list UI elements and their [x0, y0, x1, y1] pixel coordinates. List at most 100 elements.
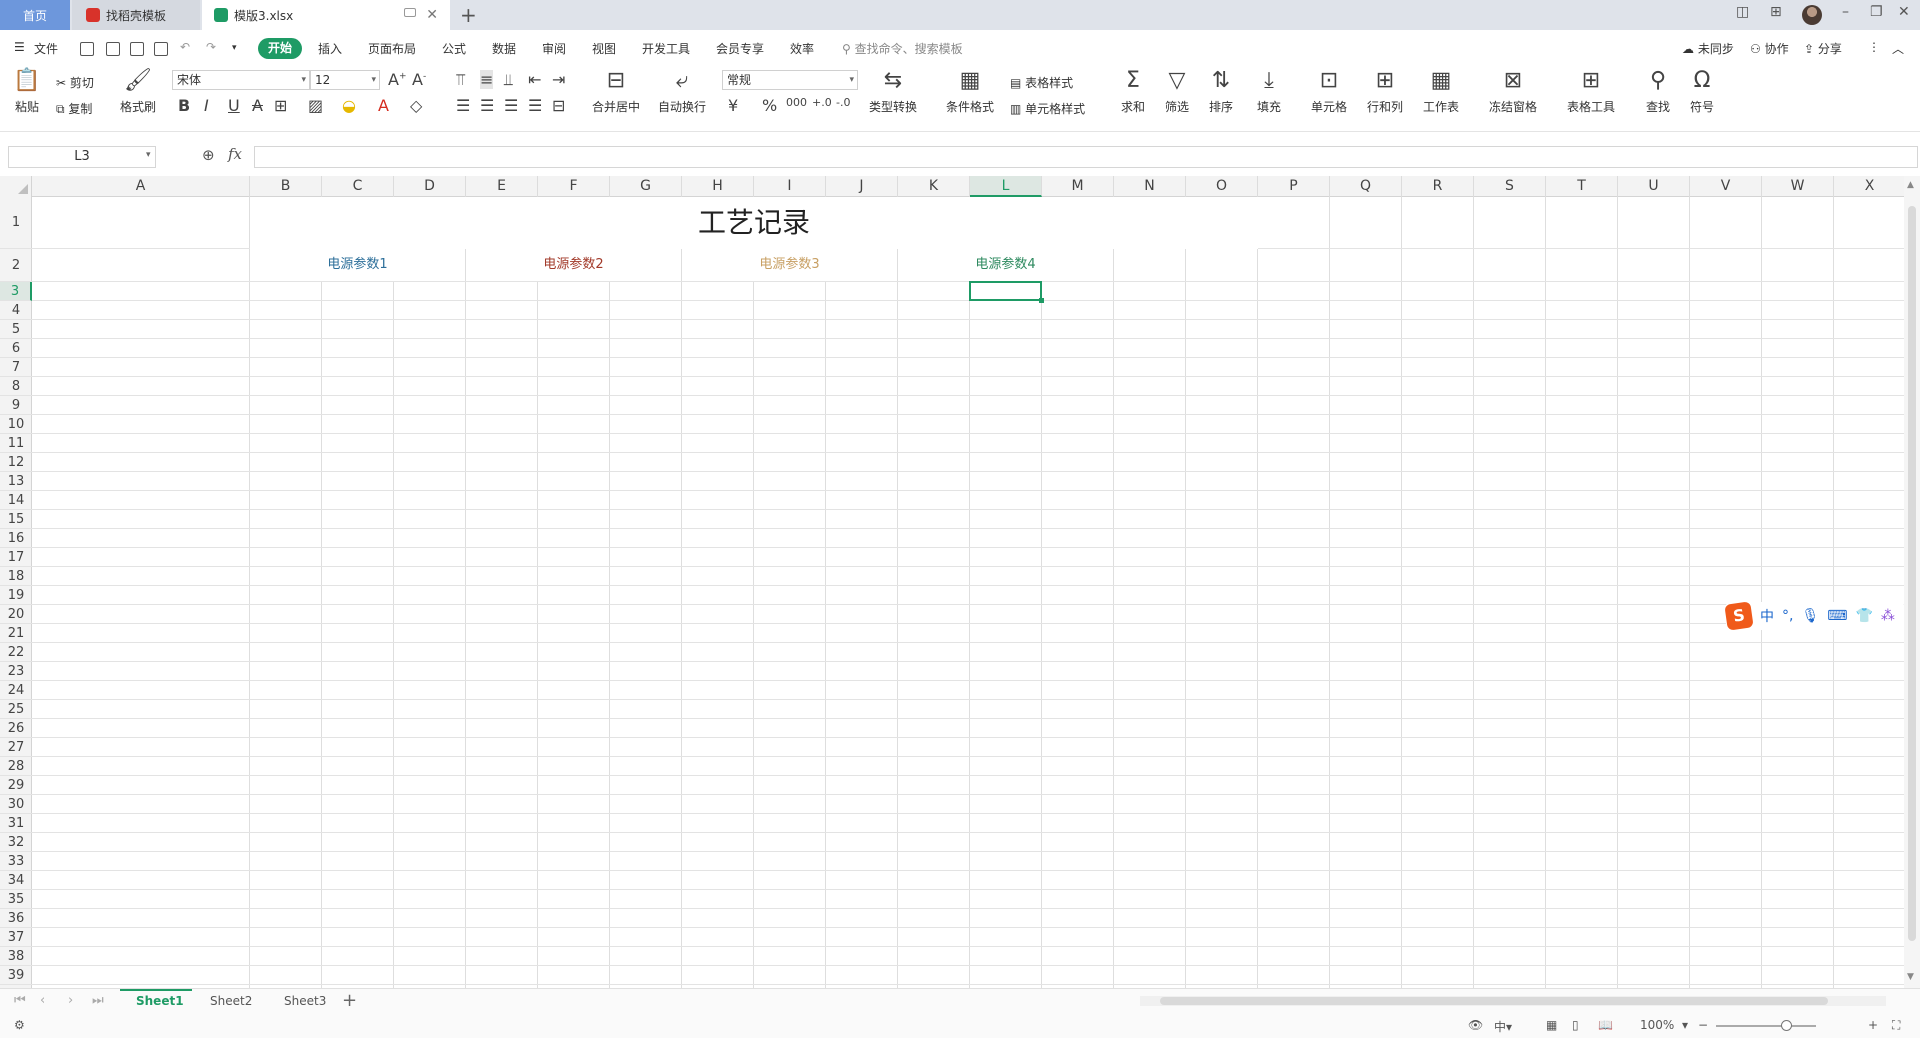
row-header-6[interactable]: 6	[0, 339, 32, 358]
fill-color-icon[interactable]: ◒	[342, 96, 356, 115]
border-icon[interactable]: ⊞	[274, 96, 287, 115]
keyboard-icon[interactable]: ⌨	[1827, 608, 1847, 624]
column-header-s[interactable]: S	[1474, 176, 1546, 197]
fill-button[interactable]: ⤓ 填充	[1252, 68, 1286, 115]
row-header-1[interactable]: 1	[0, 197, 32, 249]
select-all-corner[interactable]	[0, 176, 32, 197]
row-header-19[interactable]: 19	[0, 586, 32, 605]
menu-member[interactable]: 会员专享	[716, 40, 764, 57]
currency-icon[interactable]: ¥	[728, 96, 738, 115]
name-box-dropdown-icon[interactable]: ▾	[146, 150, 151, 160]
row-header-10[interactable]: 10	[0, 415, 32, 434]
freeze-panes-button[interactable]: ⊠ 冻结窗格	[1484, 68, 1542, 115]
row-header-37[interactable]: 37	[0, 928, 32, 947]
row-header-21[interactable]: 21	[0, 624, 32, 643]
column-header-r[interactable]: R	[1402, 176, 1474, 197]
find-button[interactable]: ⚲ 查找	[1640, 68, 1676, 115]
row-header-36[interactable]: 36	[0, 909, 32, 928]
align-top-icon[interactable]: ⫪	[456, 70, 465, 90]
align-middle-icon[interactable]: ≡	[480, 70, 494, 89]
ime-mode[interactable]: 中	[1760, 606, 1774, 626]
sync-status-button[interactable]: ☁ 未同步	[1682, 40, 1734, 57]
column-header-x[interactable]: X	[1834, 176, 1906, 197]
row-header-17[interactable]: 17	[0, 548, 32, 567]
row-header-33[interactable]: 33	[0, 852, 32, 871]
column-header-t[interactable]: T	[1546, 176, 1618, 197]
punctuation-icon[interactable]: °,	[1782, 608, 1793, 624]
zoom-formula-icon[interactable]: ⊕	[202, 146, 215, 164]
fx-icon[interactable]: fx	[228, 145, 242, 163]
language-icon[interactable]: 中▾	[1494, 1018, 1512, 1035]
column-header-q[interactable]: Q	[1330, 176, 1402, 197]
row-header-8[interactable]: 8	[0, 377, 32, 396]
row-header-15[interactable]: 15	[0, 510, 32, 529]
row-header-32[interactable]: 32	[0, 833, 32, 852]
menu-efficiency[interactable]: 效率	[790, 40, 814, 57]
row-header-20[interactable]: 20	[0, 605, 32, 624]
prev-sheet-icon[interactable]: ‹	[40, 993, 45, 1008]
menu-formulas[interactable]: 公式	[442, 40, 466, 57]
menu-insert[interactable]: 插入	[318, 40, 342, 57]
save-icon[interactable]	[80, 42, 94, 56]
table-tools-button[interactable]: ⊞ 表格工具	[1562, 68, 1620, 115]
merge-center-button[interactable]: ⊟ 合并居中	[586, 68, 646, 115]
column-header-w[interactable]: W	[1762, 176, 1834, 197]
redo-icon[interactable]: ↷	[206, 40, 216, 54]
row-header-5[interactable]: 5	[0, 320, 32, 339]
column-header-v[interactable]: V	[1690, 176, 1762, 197]
active-cell-cursor[interactable]	[969, 281, 1044, 303]
font-color-icon[interactable]: A	[378, 96, 389, 115]
row-header-12[interactable]: 12	[0, 453, 32, 472]
column-header-l[interactable]: L	[970, 176, 1042, 197]
align-right-icon[interactable]: ☰	[504, 96, 518, 115]
column-header-u[interactable]: U	[1618, 176, 1690, 197]
column-header-f[interactable]: F	[538, 176, 610, 197]
formula-input[interactable]	[254, 146, 1918, 168]
wrap-text-button[interactable]: ⤶ 自动换行	[656, 68, 708, 115]
menu-developer[interactable]: 开发工具	[642, 40, 690, 57]
sum-button[interactable]: Σ 求和	[1116, 68, 1150, 115]
eye-protection-icon[interactable]: 👁	[1468, 1018, 1483, 1032]
undo-icon[interactable]: ↶	[180, 40, 190, 54]
row-header-26[interactable]: 26	[0, 719, 32, 738]
last-sheet-icon[interactable]: ⏭	[92, 993, 104, 1008]
row-header-3[interactable]: 3	[0, 282, 32, 301]
row-header-31[interactable]: 31	[0, 814, 32, 833]
symbol-button[interactable]: Ω 符号	[1684, 68, 1720, 115]
skin-shirt-icon[interactable]: 👕	[1855, 608, 1872, 624]
decrease-indent-icon[interactable]: ⇤	[528, 70, 541, 89]
row-header-4[interactable]: 4	[0, 301, 32, 320]
sogou-logo-icon[interactable]: S	[1724, 601, 1754, 631]
menu-start[interactable]: 开始	[258, 38, 302, 59]
toolbox-icon[interactable]: ⁂	[1881, 608, 1895, 624]
horizontal-scroll-thumb[interactable]	[1160, 997, 1828, 1005]
format-painter-button[interactable]: 🖌 格式刷	[118, 68, 158, 115]
page-layout-view-icon[interactable]: ▯	[1572, 1018, 1579, 1032]
decrease-font-icon[interactable]: A-	[412, 70, 426, 89]
scroll-down-icon[interactable]: ▼	[1907, 972, 1914, 982]
minimize-icon[interactable]: –	[1842, 4, 1849, 20]
column-header-p[interactable]: P	[1258, 176, 1330, 197]
zoom-in-icon[interactable]: +	[1868, 1018, 1878, 1032]
collaborate-button[interactable]: ⚇ 协作	[1750, 40, 1789, 57]
row-header-24[interactable]: 24	[0, 681, 32, 700]
close-window-icon[interactable]: ✕	[1898, 4, 1910, 20]
copy-button[interactable]: ⧉ 复制	[56, 100, 92, 117]
quick-access-more-icon[interactable]: ▾	[232, 43, 237, 53]
row-header-11[interactable]: 11	[0, 434, 32, 453]
row-header-22[interactable]: 22	[0, 643, 32, 662]
row-header-18[interactable]: 18	[0, 567, 32, 586]
export-icon[interactable]	[106, 42, 120, 56]
underline-icon[interactable]: U	[228, 96, 240, 115]
sheet-tab-2[interactable]: Sheet2	[210, 994, 252, 1008]
column-header-i[interactable]: I	[754, 176, 826, 197]
monitor-icon[interactable]	[404, 8, 416, 17]
strikethrough-icon[interactable]: A	[252, 96, 263, 115]
next-sheet-icon[interactable]: ›	[68, 993, 73, 1008]
row-header-23[interactable]: 23	[0, 662, 32, 681]
row-header-7[interactable]: 7	[0, 358, 32, 377]
italic-icon[interactable]: I	[204, 96, 209, 115]
macro-record-icon[interactable]: ⚙	[14, 1018, 25, 1032]
param-cell-4[interactable]: 电源参数4	[898, 249, 1113, 281]
param-cell-2[interactable]: 电源参数2	[466, 249, 681, 281]
